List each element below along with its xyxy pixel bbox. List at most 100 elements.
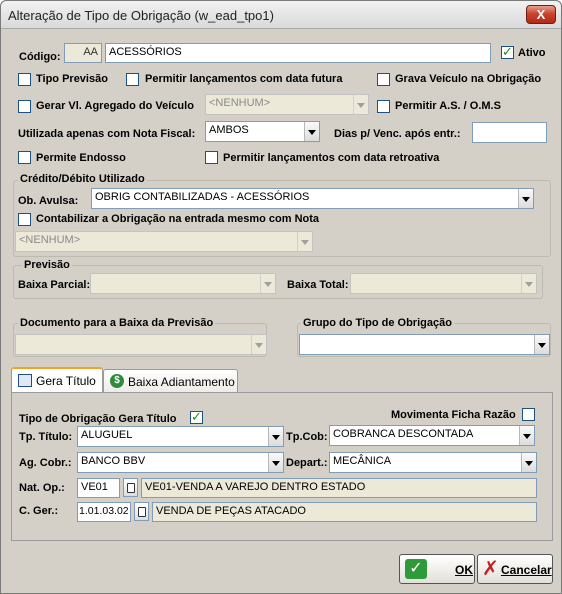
documento-baixa-combo[interactable] [15,334,267,355]
grupo-tipo-label: Grupo do Tipo de Obrigação [301,317,454,329]
chevron-down-icon[interactable] [304,122,319,141]
chevron-down-icon[interactable] [260,274,275,293]
codigo-code-field[interactable]: AA [64,43,102,63]
permitir-as-checkbox[interactable] [377,100,390,113]
c-ger-description-value: VENDA DE PEÇAS ATACADO [156,505,306,517]
documento-baixa-label: Documento para a Baixa da Previsão [18,317,216,329]
previsao-group-label: Previsão [22,259,72,271]
movimenta-ficha-label: Movimenta Ficha Razão [391,409,516,421]
movimenta-ficha-checkbox[interactable] [522,408,535,421]
tp-titulo-label: Tp. Título: [19,431,73,443]
nat-op-label: Nat. Op.: [19,482,65,494]
tab-gera-titulo[interactable]: Gera Título [11,367,103,393]
ag-cobr-value: BANCO BBV [81,455,146,467]
baixa-parcial-combo[interactable] [90,273,276,294]
ag-cobr-label: Ag. Cobr.: [19,457,72,469]
tipo-previsao-checkbox[interactable] [18,73,31,86]
permitir-as-label: Permitir A.S. / O.M.S [395,100,501,112]
dias-venc-field[interactable] [472,122,547,143]
tab-baixa-adiantamento[interactable]: $ Baixa Adiantamento [103,369,238,393]
nat-op-code-value: VE01 [81,481,108,493]
ob-avulsa-label: Ob. Avulsa: [18,195,79,207]
chevron-down-icon[interactable] [268,427,283,446]
cancel-icon: ✗ [482,558,499,580]
contabilizar-combo-value: <NENHUM> [19,234,81,246]
chevron-down-icon[interactable] [251,335,266,354]
window-title: Alteração de Tipo de Obrigação (w_ead_tp… [8,8,274,23]
nat-op-lookup-button[interactable] [123,478,138,497]
baixa-total-label: Baixa Total: [287,279,349,291]
gerar-vl-checkbox[interactable] [18,100,31,113]
c-ger-code-field[interactable]: 1.01.03.02 [77,502,131,522]
ob-avulsa-combo[interactable]: OBRIG CONTABILIZADAS - ACESSÓRIOS [91,188,534,209]
tab-gera-titulo-label: Gera Título [36,374,96,388]
c-ger-lookup-button[interactable] [134,502,149,521]
chevron-down-icon[interactable] [534,335,549,354]
permitir-retroativa-checkbox[interactable] [205,151,218,164]
nota-fiscal-combo[interactable]: AMBOS [205,121,320,142]
permitir-futura-checkbox[interactable] [126,73,139,86]
check-icon: ✓ [405,559,427,579]
nota-fiscal-label: Utilizada apenas com Nota Fiscal: [18,128,196,140]
gerar-vl-label: Gerar Vl. Agregado do Veículo [36,100,194,112]
tipo-previsao-label: Tipo Previsão [36,73,108,85]
tp-cob-combo[interactable]: COBRANCA DESCONTADA [329,425,535,446]
tab-baixa-adiantamento-label: Baixa Adiantamento [128,375,235,389]
grava-veiculo-checkbox[interactable] [377,73,390,86]
chevron-down-icon[interactable] [297,232,312,251]
depart-value: MECÂNICA [333,455,392,467]
codigo-code-value: AA [83,46,98,58]
c-ger-code-value: 1.01.03.02 [79,505,129,517]
ag-cobr-combo[interactable]: BANCO BBV [77,452,284,473]
permite-endosso-label: Permite Endosso [36,152,126,164]
tp-titulo-value: ALUGUEL [81,429,133,441]
chevron-down-icon[interactable] [353,95,368,114]
money-icon: $ [110,374,124,388]
cancel-button-label: Cancelar [501,563,552,577]
tp-titulo-combo[interactable]: ALUGUEL [77,426,284,447]
codigo-description-field[interactable]: ACESSÓRIOS [105,43,491,63]
c-ger-label: C. Ger.: [19,505,59,517]
ob-avulsa-value: OBRIG CONTABILIZADAS - ACESSÓRIOS [95,191,310,203]
cancel-button[interactable]: ✗ Cancelar [477,554,553,584]
dialog-window: Alteração de Tipo de Obrigação (w_ead_tp… [0,0,562,594]
codigo-description-value: ACESSÓRIOS [109,46,182,58]
tipo-gera-titulo-checkbox[interactable] [190,409,203,425]
permite-endosso-checkbox[interactable] [18,151,31,164]
document-icon [18,374,32,387]
contabilizar-checkbox[interactable] [18,213,31,226]
nota-fiscal-value: AMBOS [209,124,249,136]
nat-op-description-field: VE01-VENDA A VAREJO DENTRO ESTADO [141,478,537,498]
ativo-checkbox[interactable] [501,44,514,60]
tp-cob-label: Tp.Cob: [286,431,328,443]
depart-combo[interactable]: MECÂNICA [329,452,537,473]
nat-op-code-field[interactable]: VE01 [77,478,120,498]
tp-cob-value: COBRANCA DESCONTADA [333,428,474,440]
chevron-down-icon[interactable] [268,453,283,472]
contabilizar-combo[interactable]: <NENHUM> [15,231,313,252]
title-bar[interactable]: Alteração de Tipo de Obrigação (w_ead_tp… [1,1,561,29]
c-ger-description-field: VENDA DE PEÇAS ATACADO [152,502,537,522]
chevron-down-icon[interactable] [521,453,536,472]
ok-button[interactable]: ✓ OK [399,554,475,584]
ok-button-label: OK [455,563,473,577]
chevron-down-icon[interactable] [521,274,536,293]
close-button[interactable]: X [526,5,556,24]
grupo-tipo-combo[interactable] [299,334,550,355]
contabilizar-label: Contabilizar a Obrigação na entrada mesm… [36,213,320,225]
credito-group-label: Crédito/Débito Utilizado [18,173,147,185]
permitir-retroativa-label: Permitir lançamentos com data retroativa [223,152,440,164]
baixa-total-combo[interactable] [350,273,537,294]
tipo-gera-titulo-label: Tipo de Obrigação Gera Título [19,413,177,425]
ativo-label: Ativo [518,47,546,59]
depart-label: Depart.: [286,457,328,469]
grava-veiculo-label: Grava Veículo na Obrigação [395,73,542,85]
nat-op-description-value: VE01-VENDA A VAREJO DENTRO ESTADO [145,481,366,493]
chevron-down-icon[interactable] [519,426,534,445]
permitir-futura-label: Permitir lançamentos com data futura [145,73,343,85]
close-icon: X [536,7,546,22]
baixa-parcial-label: Baixa Parcial: [18,279,91,291]
chevron-down-icon[interactable] [518,189,533,208]
codigo-label: Código: [19,51,61,63]
gerar-vl-combo[interactable]: <NENHUM> [205,94,369,115]
